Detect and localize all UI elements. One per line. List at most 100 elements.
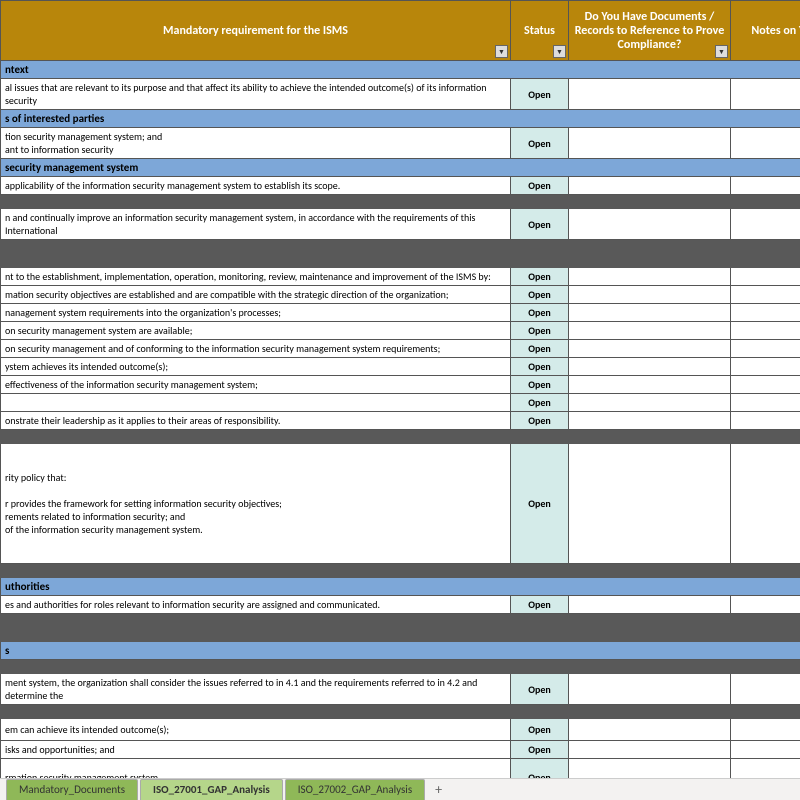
notes-cell[interactable] — [731, 596, 800, 614]
section-header-row: s of interested parties — [1, 110, 800, 128]
notes-cell[interactable] — [731, 412, 800, 430]
requirement-cell[interactable]: ment system, the organization shall cons… — [1, 674, 511, 705]
documents-cell[interactable] — [569, 759, 731, 779]
documents-cell[interactable] — [569, 394, 731, 412]
documents-cell[interactable] — [569, 412, 731, 430]
status-cell[interactable]: Open — [511, 412, 569, 430]
status-cell[interactable]: Open — [511, 304, 569, 322]
status-cell[interactable]: Open — [511, 177, 569, 195]
requirement-cell[interactable]: isks and opportunities; and — [1, 741, 511, 759]
sheet-tab[interactable]: ISO_27001_GAP_Analysis — [140, 779, 283, 800]
filter-dropdown-icon[interactable]: ▼ — [553, 45, 566, 58]
documents-cell[interactable] — [569, 177, 731, 195]
status-cell[interactable]: Open — [511, 596, 569, 614]
documents-cell[interactable] — [569, 304, 731, 322]
table-row: ystem achieves its intended outcome(s);O… — [1, 358, 800, 376]
notes-cell[interactable] — [731, 286, 800, 304]
notes-cell[interactable] — [731, 177, 800, 195]
status-cell[interactable]: Open — [511, 340, 569, 358]
status-cell[interactable]: Open — [511, 719, 569, 741]
status-cell[interactable]: Open — [511, 268, 569, 286]
notes-cell[interactable] — [731, 304, 800, 322]
notes-cell[interactable] — [731, 79, 800, 110]
add-sheet-button[interactable]: + — [427, 779, 450, 800]
status-cell[interactable]: Open — [511, 322, 569, 340]
table-row: onstrate their leadership as it applies … — [1, 412, 800, 430]
notes-cell[interactable] — [731, 268, 800, 286]
documents-cell[interactable] — [569, 286, 731, 304]
status-cell[interactable]: Open — [511, 674, 569, 705]
requirement-cell[interactable]: effectiveness of the information securit… — [1, 376, 511, 394]
requirement-cell[interactable]: rmation security management system — [1, 759, 511, 779]
notes-cell[interactable] — [731, 340, 800, 358]
status-cell[interactable]: Open — [511, 128, 569, 159]
documents-cell[interactable] — [569, 596, 731, 614]
section-header-row: s — [1, 642, 800, 660]
sheet-tab[interactable]: Mandatory_Documents — [6, 779, 138, 800]
notes-cell[interactable] — [731, 358, 800, 376]
table-row: em can achieve its intended outcome(s);O… — [1, 719, 800, 741]
header-notes[interactable]: Notes on Your F — [731, 1, 800, 61]
header-status[interactable]: Status ▼ — [511, 1, 569, 61]
header-requirement[interactable]: Mandatory requirement for the ISMS ▼ — [1, 1, 511, 61]
status-cell[interactable]: Open — [511, 759, 569, 779]
documents-cell[interactable] — [569, 322, 731, 340]
requirement-cell[interactable]: onstrate their leadership as it applies … — [1, 412, 511, 430]
documents-cell[interactable] — [569, 79, 731, 110]
documents-cell[interactable] — [569, 209, 731, 240]
status-cell[interactable]: Open — [511, 79, 569, 110]
status-cell[interactable]: Open — [511, 209, 569, 240]
documents-cell[interactable] — [569, 444, 731, 564]
status-cell[interactable]: Open — [511, 358, 569, 376]
status-cell[interactable]: Open — [511, 741, 569, 759]
notes-cell[interactable] — [731, 741, 800, 759]
requirement-cell[interactable]: rity policy that: r provides the framewo… — [1, 444, 511, 564]
notes-cell[interactable] — [731, 322, 800, 340]
requirement-cell[interactable]: n and continually improve an information… — [1, 209, 511, 240]
notes-cell[interactable] — [731, 444, 800, 564]
section-header-row: uthorities — [1, 578, 800, 596]
requirement-cell[interactable]: applicability of the information securit… — [1, 177, 511, 195]
header-documents-label: Do You Have Documents / Records to Refer… — [575, 10, 725, 52]
separator-row — [1, 195, 800, 209]
notes-cell[interactable] — [731, 674, 800, 705]
documents-cell[interactable] — [569, 128, 731, 159]
requirement-cell[interactable]: ystem achieves its intended outcome(s); — [1, 358, 511, 376]
requirement-cell[interactable]: on security management system are availa… — [1, 322, 511, 340]
table-row: tion security management system; andant … — [1, 128, 800, 159]
status-cell[interactable]: Open — [511, 444, 569, 564]
requirement-cell[interactable] — [1, 394, 511, 412]
separator-row — [1, 628, 800, 642]
notes-cell[interactable] — [731, 209, 800, 240]
requirement-cell[interactable]: on security management and of conforming… — [1, 340, 511, 358]
documents-cell[interactable] — [569, 358, 731, 376]
documents-cell[interactable] — [569, 719, 731, 741]
documents-cell[interactable] — [569, 268, 731, 286]
header-status-label: Status — [524, 24, 555, 38]
section-title: security management system — [1, 159, 800, 177]
requirement-cell[interactable]: es and authorities for roles relevant to… — [1, 596, 511, 614]
requirement-cell[interactable]: tion security management system; andant … — [1, 128, 511, 159]
filter-dropdown-icon[interactable]: ▼ — [495, 45, 508, 58]
requirement-cell[interactable]: al issues that are relevant to its purpo… — [1, 79, 511, 110]
requirement-cell[interactable]: em can achieve its intended outcome(s); — [1, 719, 511, 741]
status-cell[interactable]: Open — [511, 394, 569, 412]
filter-dropdown-icon[interactable]: ▼ — [715, 45, 728, 58]
table-row: n and continually improve an information… — [1, 209, 800, 240]
header-documents[interactable]: Do You Have Documents / Records to Refer… — [569, 1, 731, 61]
requirement-cell[interactable]: mation security objectives are establish… — [1, 286, 511, 304]
requirement-cell[interactable]: nanagement system requirements into the … — [1, 304, 511, 322]
notes-cell[interactable] — [731, 719, 800, 741]
requirement-cell[interactable]: nt to the establishment, implementation,… — [1, 268, 511, 286]
documents-cell[interactable] — [569, 340, 731, 358]
status-cell[interactable]: Open — [511, 286, 569, 304]
sheet-tab[interactable]: ISO_27002_GAP_Analysis — [285, 779, 425, 800]
status-cell[interactable]: Open — [511, 376, 569, 394]
notes-cell[interactable] — [731, 376, 800, 394]
notes-cell[interactable] — [731, 394, 800, 412]
documents-cell[interactable] — [569, 741, 731, 759]
documents-cell[interactable] — [569, 674, 731, 705]
documents-cell[interactable] — [569, 376, 731, 394]
notes-cell[interactable] — [731, 128, 800, 159]
notes-cell[interactable] — [731, 759, 800, 779]
